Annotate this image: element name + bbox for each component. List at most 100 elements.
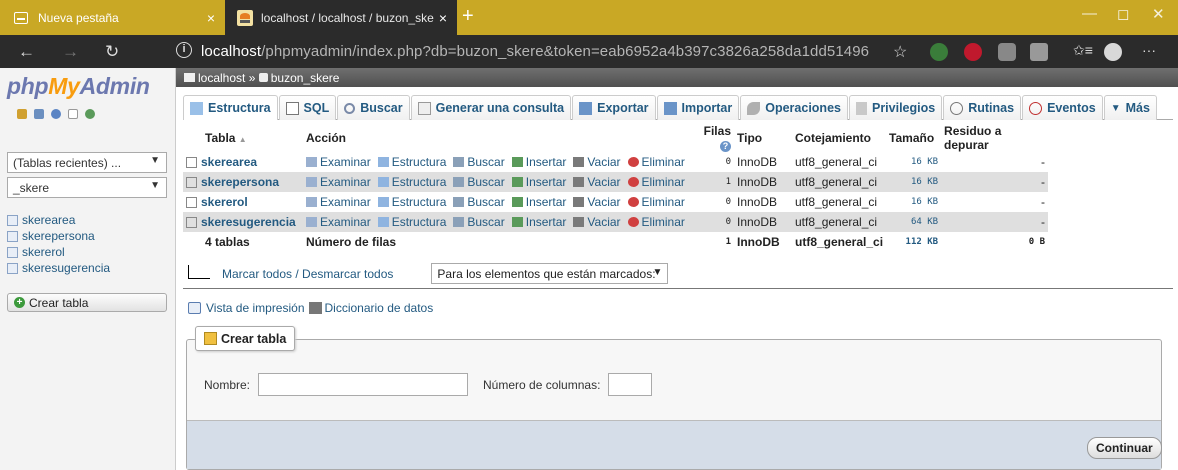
collections-icon[interactable]: ✩≡ [1073,42,1093,59]
tab-nueva-pestana[interactable]: Nueva pestaña × [0,0,225,35]
insert-link[interactable]: Insertar [511,155,566,169]
tab-operaciones[interactable]: Operaciones [740,95,848,120]
create-table-legend: Crear tabla [195,326,296,351]
column-header-tamano[interactable]: Tamaño [886,124,942,152]
tab-close-icon[interactable]: × [207,10,215,26]
profile-avatar-icon[interactable] [1104,43,1122,61]
tab-rutinas[interactable]: Rutinas [943,95,1022,120]
sidebar-table-skerepersona[interactable]: skerepersona [7,229,95,243]
empty-link[interactable]: Vaciar [573,215,621,229]
more-menu-icon[interactable]: ··· [1142,42,1156,58]
browse-link[interactable]: Examinar [306,175,371,189]
search-link[interactable]: Buscar [453,155,505,169]
extension-green-icon[interactable] [930,43,948,61]
data-dictionary-link[interactable]: Diccionario de datos [325,301,434,315]
continue-button[interactable]: Continuar [1087,437,1162,459]
maximize-button[interactable]: ◻ [1117,5,1129,23]
close-window-button[interactable]: ✕ [1152,5,1165,23]
tab-sql[interactable]: SQL [278,95,337,120]
tab-phpmyadmin[interactable]: localhost / localhost / buzon_ske × [225,0,457,35]
structure-link[interactable]: Estructura [377,215,446,229]
tab-exportar[interactable]: Exportar [572,95,656,120]
insert-link[interactable]: Insertar [511,215,566,229]
reload-icon[interactable] [85,109,95,119]
table-name-link[interactable]: skerearea [201,155,257,169]
check-all-link[interactable]: Marcar todos / Desmarcar todos [222,267,393,281]
phpmyadmin-logo[interactable]: phpMyAdmin [7,73,150,100]
drop-link[interactable]: Eliminar [627,195,685,209]
empty-link[interactable]: Vaciar [573,155,621,169]
empty-link[interactable]: Vaciar [573,195,621,209]
minimize-button[interactable]: — [1082,5,1097,22]
empty-link[interactable]: Vaciar [573,175,621,189]
with-selected-select[interactable]: Para los elementos que están marcados: ▼ [431,263,669,284]
favorite-star-icon[interactable]: ☆ [893,42,907,62]
browse-link[interactable]: Examinar [306,195,371,209]
forward-arrow-icon[interactable]: → [62,42,79,62]
exit-icon[interactable] [34,109,44,119]
help-icon[interactable]: ? [720,141,731,152]
tab-mas[interactable]: ▼ Más [1103,95,1157,120]
size-cell[interactable]: 16 KB [886,152,942,172]
row-checkbox[interactable] [186,157,197,169]
table-name-input[interactable] [258,373,469,396]
print-view-link[interactable]: Vista de impresión [206,301,305,315]
search-link[interactable]: Buscar [453,215,505,229]
extension-ublock-icon[interactable] [964,43,982,61]
structure-link[interactable]: Estructura [377,195,446,209]
breadcrumb-database[interactable]: buzon_skere [271,71,340,85]
tab-close-icon[interactable]: × [439,10,447,26]
help-icon[interactable] [51,109,61,119]
row-checkbox[interactable] [186,177,197,189]
site-info-icon[interactable]: i [176,42,192,58]
column-header-residuo[interactable]: Residuo a depurar [941,124,1049,152]
search-link[interactable]: Buscar [453,175,505,189]
size-cell[interactable]: 16 KB [886,172,942,192]
table-name-link[interactable]: skererol [201,195,248,209]
columns-count-input[interactable] [608,373,653,396]
actions-cell: Examinar Estructura Buscar Insertar Vaciar El… [303,172,698,192]
structure-link[interactable]: Estructura [377,155,446,169]
home-icon[interactable] [17,109,27,119]
browse-link[interactable]: Examinar [306,215,371,229]
drop-link[interactable]: Eliminar [627,175,685,189]
tab-buscar[interactable]: Buscar [337,95,410,120]
column-header-tabla[interactable]: Tabla ▲ [183,124,303,152]
tab-estructura[interactable]: Estructura [183,95,278,120]
breadcrumb-server[interactable]: localhost [198,71,245,85]
table-name-link[interactable]: skerepersona [201,175,279,189]
drop-link[interactable]: Eliminar [627,215,685,229]
insert-link[interactable]: Insertar [511,175,566,189]
extension-gray-icon[interactable] [998,43,1016,61]
browse-link[interactable]: Examinar [306,155,371,169]
database-select[interactable]: _skere ▼ [7,177,167,198]
url-field[interactable]: localhost/phpmyadmin/index.php?db=buzon_… [201,43,869,60]
drop-link[interactable]: Eliminar [627,155,685,169]
extension-puzzle-icon[interactable] [1030,43,1048,61]
tab-importar[interactable]: Importar [656,95,740,120]
row-checkbox[interactable] [186,217,197,229]
size-cell[interactable]: 16 KB [886,192,942,212]
docs-icon[interactable] [68,109,78,119]
table-name-link[interactable]: skeresugerencia [201,215,296,229]
sidebar-table-skeresugerencia[interactable]: skeresugerencia [7,261,110,275]
column-header-filas[interactable]: Filas ? [698,124,734,152]
new-tab-button[interactable]: + [462,5,474,28]
row-checkbox[interactable] [186,197,197,209]
structure-link[interactable]: Estructura [377,175,446,189]
tab-generar-consulta[interactable]: Generar una consulta [410,95,572,120]
size-cell[interactable]: 64 KB [886,212,942,232]
back-arrow-icon[interactable]: ← [18,42,35,62]
insert-link[interactable]: Insertar [511,195,566,209]
create-table-button[interactable]: + Crear tabla [7,293,167,312]
actions-cell: Examinar Estructura Buscar Insertar Vaciar El… [303,152,698,172]
column-header-tipo[interactable]: Tipo [734,124,792,152]
column-header-cotejamiento[interactable]: Cotejamiento [792,124,887,152]
recent-tables-select[interactable]: (Tablas recientes) ... ▼ [7,152,167,173]
tab-privilegios[interactable]: Privilegios [848,95,943,120]
refresh-icon[interactable]: ↻ [105,42,119,62]
sidebar-table-skerearea[interactable]: skerearea [7,213,75,227]
tab-eventos[interactable]: Eventos [1022,95,1103,120]
search-link[interactable]: Buscar [453,195,505,209]
sidebar-table-skererol[interactable]: skererol [7,245,65,259]
